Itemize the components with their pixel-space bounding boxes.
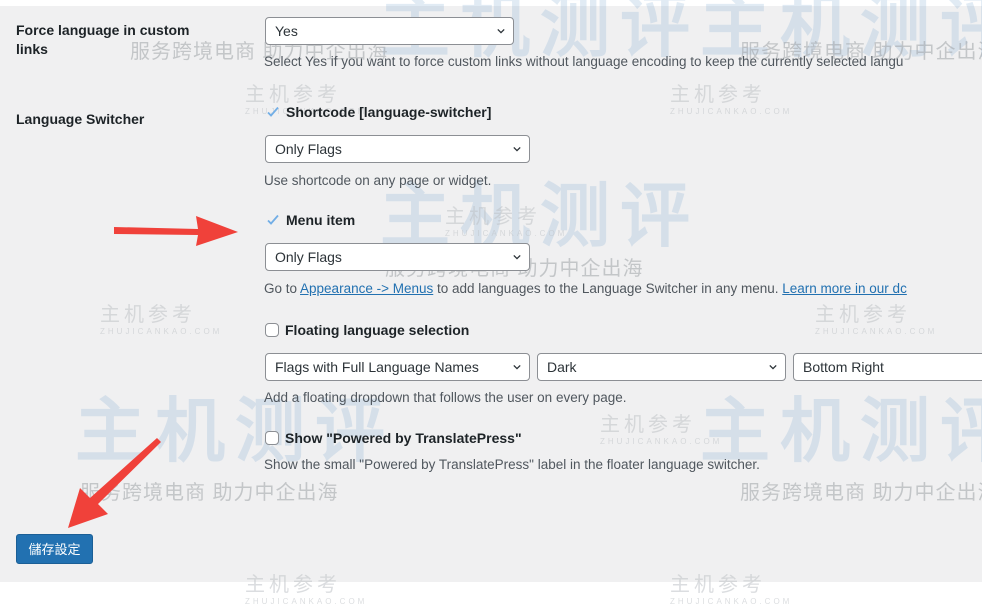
floating-position-select[interactable]: Bottom Right [793,353,982,381]
floating-theme-value: Dark [547,359,577,375]
checkmark-icon[interactable] [266,213,280,227]
menu-item-description: Go to Appearance -> Menus to add languag… [264,281,907,296]
menu-item-label: Menu item [286,212,356,228]
chevron-down-icon [513,146,521,152]
shortcode-style-select[interactable]: Only Flags [265,135,530,163]
appearance-menus-link[interactable]: Appearance -> Menus [300,281,433,296]
force-language-value: Yes [275,23,298,39]
chevron-down-icon [769,364,777,370]
menu-item-style-value: Only Flags [275,249,342,265]
floating-label: Floating language selection [285,322,470,338]
save-settings-button[interactable]: 儲存設定 [16,534,93,564]
shortcode-label: Shortcode [language-switcher] [286,104,492,120]
floating-description: Add a floating dropdown that follows the… [264,390,627,405]
powered-by-description: Show the small "Powered by TranslatePres… [264,457,760,472]
powered-by-checkbox-row[interactable]: Show "Powered by TranslatePress" [265,430,522,446]
shortcode-description: Use shortcode on any page or widget. [264,173,492,188]
menu-item-style-select[interactable]: Only Flags [265,243,530,271]
chevron-down-icon [513,254,521,260]
learn-more-link[interactable]: Learn more in our dc [782,281,907,296]
powered-by-label: Show "Powered by TranslatePress" [285,430,522,446]
chevron-down-icon [497,28,505,34]
floating-checkbox-row[interactable]: Floating language selection [265,322,469,338]
floating-checkbox[interactable] [265,323,279,337]
language-switcher-label: Language Switcher [16,111,145,127]
shortcode-checkbox-row[interactable]: Shortcode [language-switcher] [266,104,491,120]
force-language-label: Force language in custom links [16,22,190,57]
force-language-select[interactable]: Yes [265,17,514,45]
chevron-down-icon [513,364,521,370]
floating-style-value: Flags with Full Language Names [275,359,479,375]
force-language-description: Select Yes if you want to force custom l… [264,54,904,69]
floating-style-select[interactable]: Flags with Full Language Names [265,353,530,381]
floating-position-value: Bottom Right [803,359,884,375]
menu-item-checkbox-row[interactable]: Menu item [266,212,355,228]
annotation-arrow-right [114,216,238,246]
powered-by-checkbox[interactable] [265,431,279,445]
floating-theme-select[interactable]: Dark [537,353,786,381]
checkmark-icon[interactable] [266,105,280,119]
shortcode-style-value: Only Flags [275,141,342,157]
annotation-arrow-down-left [68,438,161,528]
